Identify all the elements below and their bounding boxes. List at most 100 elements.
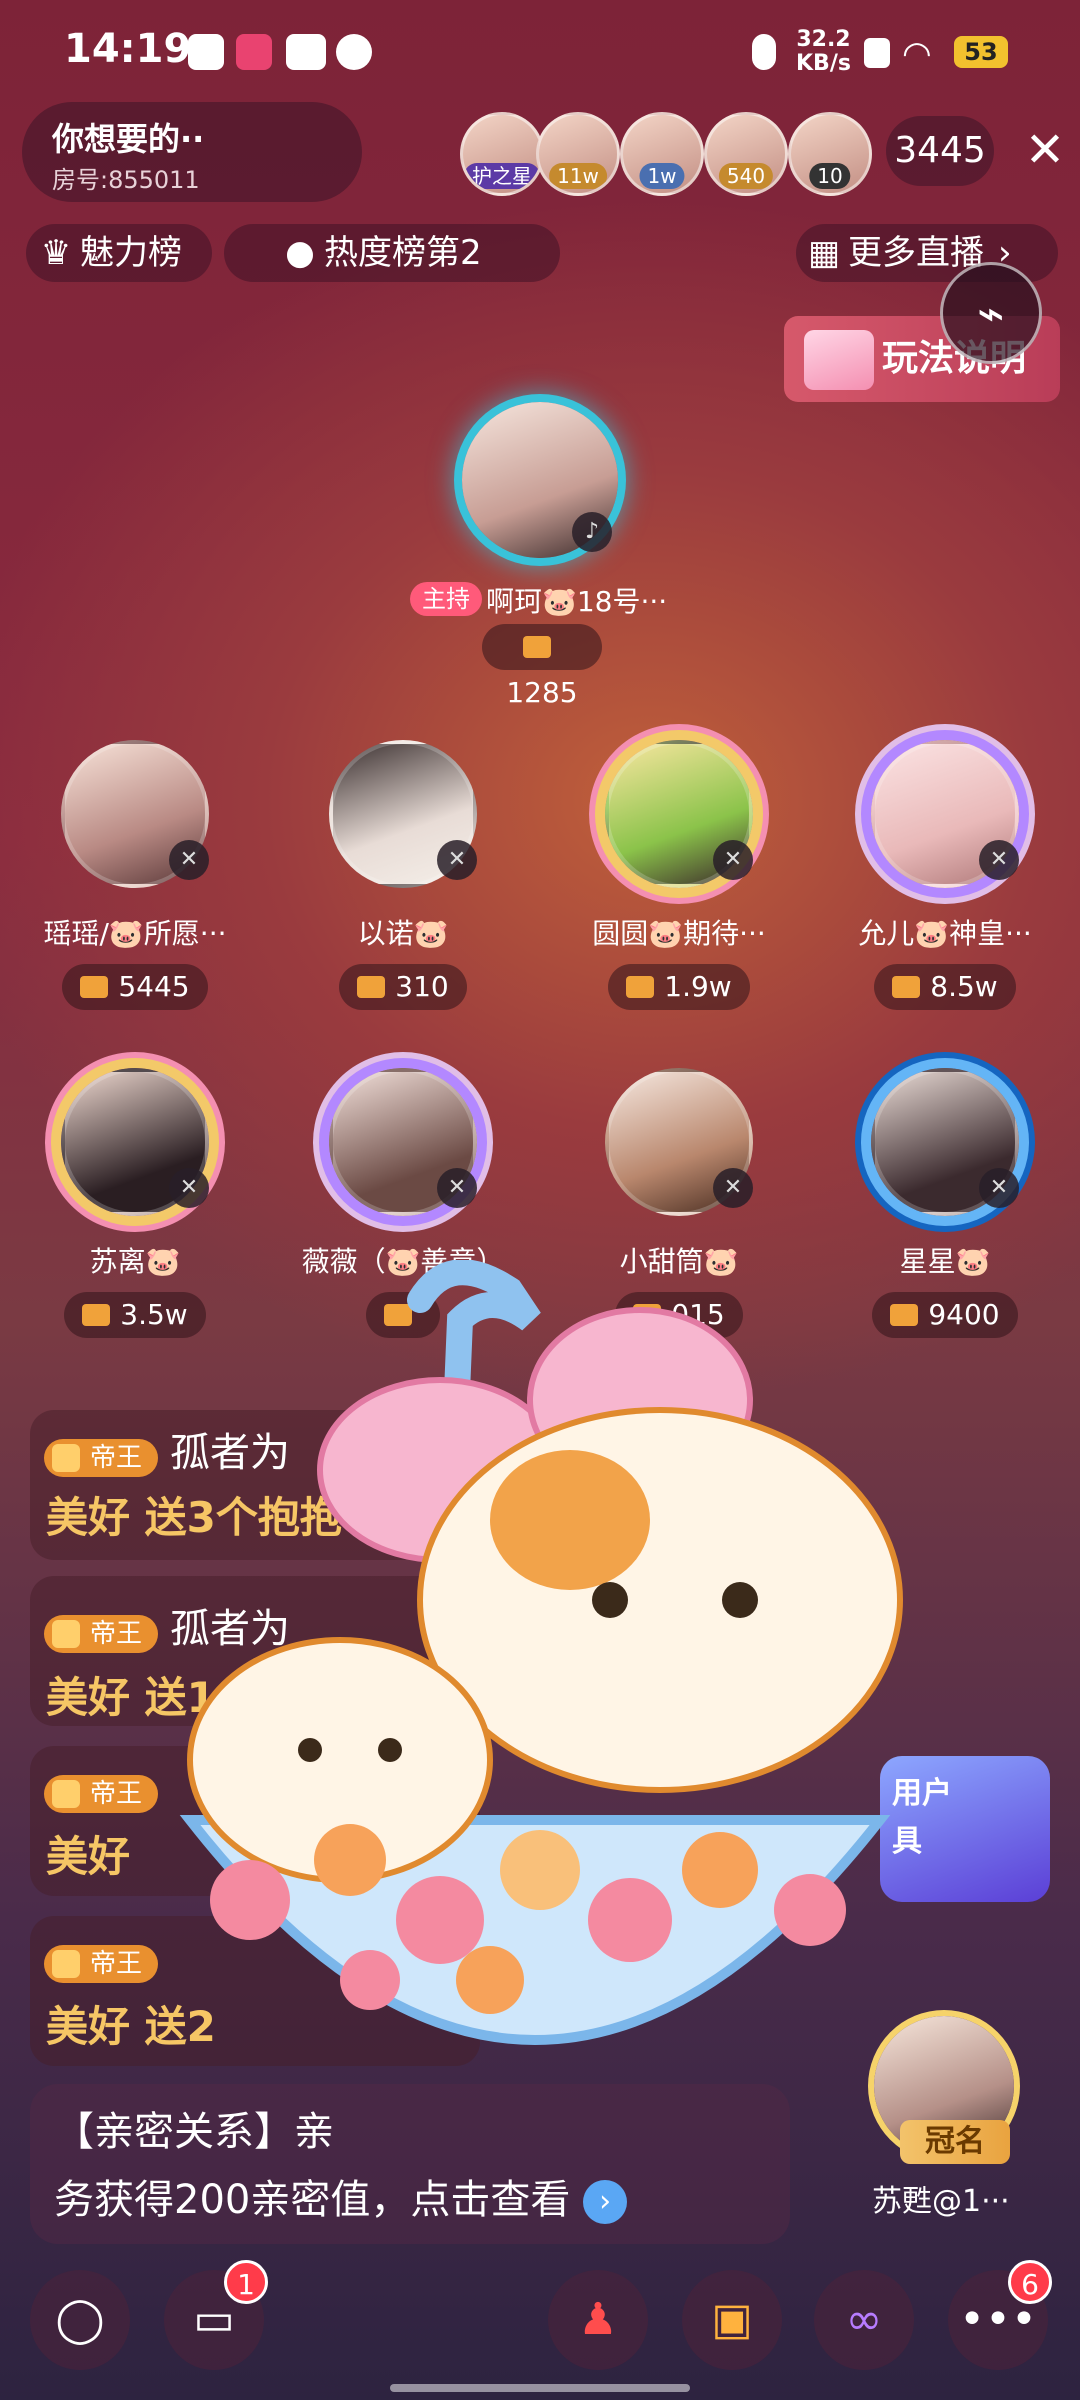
gift-button[interactable]: ▣ <box>682 2270 782 2370</box>
crown-icon: ♛ <box>40 233 72 273</box>
seat-avatar: ✕ <box>61 740 209 888</box>
gift-box-icon <box>80 976 109 998</box>
gift-box-icon <box>82 1304 111 1326</box>
link-icon: ∞ <box>845 2294 883 2345</box>
mic-off-icon: ✕ <box>169 840 209 880</box>
home-indicator[interactable] <box>390 2384 690 2392</box>
chevron-right-icon[interactable]: › <box>583 2180 628 2224</box>
seat-4[interactable]: ✕ 允儿🐷神皇··· 8.5w <box>820 740 1070 1010</box>
battery-indicator: 53 <box>954 36 1008 68</box>
mic-off-icon: ✕ <box>979 840 1019 880</box>
video-app-icon <box>188 34 224 70</box>
viewer-badge: 11w <box>549 163 607 189</box>
seat-avatar: ✕ <box>871 1068 1019 1216</box>
room-info-card[interactable]: 你想要的·· 房号:855011 <box>22 102 362 202</box>
rocking-horse-icon <box>804 330 874 390</box>
seat-score: 5445 <box>62 964 208 1010</box>
viewer-badge: 540 <box>718 163 774 189</box>
seat-score-value: 5445 <box>118 970 190 1003</box>
seat-2[interactable]: ✕ 以诺🐷 310 <box>278 740 528 1010</box>
gift-box-icon <box>626 976 655 998</box>
seat-score: 310 <box>339 964 467 1010</box>
mic-off-icon: ✕ <box>979 1168 1019 1208</box>
title-sponsor-tag: 冠名 <box>900 2120 1010 2164</box>
joystick-icon: ♟ <box>578 2294 618 2345</box>
title-sponsor-name: 苏甦@1··· <box>872 2184 1010 2219</box>
seat-score: 1.9w <box>608 964 750 1010</box>
viewer-badge: 护之星 <box>464 163 540 189</box>
host-score-value: 1285 <box>506 676 578 709</box>
more-button[interactable]: ••• 6 <box>948 2260 1052 2370</box>
room-title: 你想要的·· <box>52 120 205 158</box>
hamster-eye-icon <box>298 1738 322 1762</box>
no-sim-icon <box>864 38 890 68</box>
gift-icon: ▣ <box>711 2294 753 2345</box>
intimacy-line-2: 务获得200亲密值，点击查看 <box>54 2177 571 2223</box>
link-button[interactable]: ∞ <box>814 2270 914 2370</box>
seat-avatar: ✕ <box>605 1068 753 1216</box>
chat-bubble-icon: ◯ <box>55 2294 105 2345</box>
close-icon[interactable]: ✕ <box>1018 120 1072 180</box>
grid-icon: ▦ <box>808 233 841 273</box>
fan-icon <box>336 34 372 70</box>
room-id: 房号:855011 <box>52 166 200 194</box>
hamster-eye-icon <box>378 1738 402 1762</box>
hamster-eye-icon <box>592 1582 628 1618</box>
gift-box-icon <box>523 636 551 658</box>
host-avatar[interactable]: ♪ <box>462 402 618 558</box>
seat-1[interactable]: ✕ 瑶瑶/🐷所愿··· 5445 <box>10 740 260 1010</box>
game-button[interactable]: ♟ <box>548 2270 648 2370</box>
app-6-icon <box>236 34 272 70</box>
chat-input-button[interactable]: ◯ <box>30 2270 130 2370</box>
online-count[interactable]: 3445 <box>886 116 994 186</box>
seat-score: 8.5w <box>874 964 1016 1010</box>
mic-off-icon: ✕ <box>169 1168 209 1208</box>
microphone-icon: ♪ <box>572 512 612 552</box>
viewer-avatar-5[interactable]: 10 <box>788 112 872 196</box>
host-tag: 主持 <box>410 582 482 616</box>
charm-ranking-button[interactable]: ♛ 魅力榜 <box>26 224 212 282</box>
viewer-avatar-1[interactable]: 护之星 <box>460 112 544 196</box>
mic-off-icon: ✕ <box>437 1168 477 1208</box>
seat-score-value: 310 <box>395 970 449 1003</box>
viewer-avatar-2[interactable]: 11w <box>536 112 620 196</box>
more-live-label: 更多直播 <box>848 233 984 273</box>
status-bar: 14:19 32.2 KB/s ◠ 53 <box>0 0 1080 100</box>
seat-avatar: ✕ <box>61 1068 209 1216</box>
broom-icon[interactable]: ⌁ <box>940 262 1042 364</box>
seat-name: 圆圆🐷期待··· <box>592 917 766 950</box>
host-name: 啊珂🐷18号··· <box>486 585 668 618</box>
seat-avatar: ✕ <box>329 740 477 888</box>
seat-name: 瑶瑶/🐷所愿··· <box>43 917 227 950</box>
network-speed-unit: KB/s <box>796 51 851 76</box>
messages-button[interactable]: ▭ 1 <box>164 2260 268 2370</box>
seat-avatar: ✕ <box>605 740 753 888</box>
seat-avatar: ✕ <box>871 740 1019 888</box>
seat-avatar: ✕ <box>329 1068 477 1216</box>
flame-icon: ● <box>285 233 315 273</box>
gift-box-icon <box>892 976 921 998</box>
message-icon: ▭ <box>193 2294 235 2345</box>
more-badge: 6 <box>1008 2260 1052 2304</box>
viewer-avatar-4[interactable]: 540 <box>704 112 788 196</box>
network-speed: 32.2 KB/s <box>796 28 851 76</box>
charm-ranking-label: 魅力榜 <box>80 233 182 273</box>
heat-ranking-button[interactable]: ● 热度榜第2 <box>224 224 560 282</box>
seat-3[interactable]: ✕ 圆圆🐷期待··· 1.9w <box>554 740 804 1010</box>
mic-off-icon: ✕ <box>437 840 477 880</box>
viewer-badge: 10 <box>809 163 851 189</box>
network-speed-value: 32.2 <box>796 27 851 52</box>
status-time: 14:19 <box>64 26 192 72</box>
viewer-badge: 1w <box>639 163 685 189</box>
host-score: 1285 <box>482 624 602 709</box>
gift-animation <box>179 1260 903 2045</box>
mic-off-icon: ✕ <box>713 1168 753 1208</box>
messages-badge: 1 <box>224 2260 268 2304</box>
hamster-icon <box>417 1407 903 1793</box>
mic-off-icon: ✕ <box>713 840 753 880</box>
seat-name: 允儿🐷神皇··· <box>858 917 1032 950</box>
seat-score-value: 8.5w <box>930 970 998 1003</box>
viewer-avatar-3[interactable]: 1w <box>620 112 704 196</box>
heat-ranking-label: 热度榜第2 <box>324 233 482 273</box>
hamster-patch-icon <box>490 1450 650 1590</box>
